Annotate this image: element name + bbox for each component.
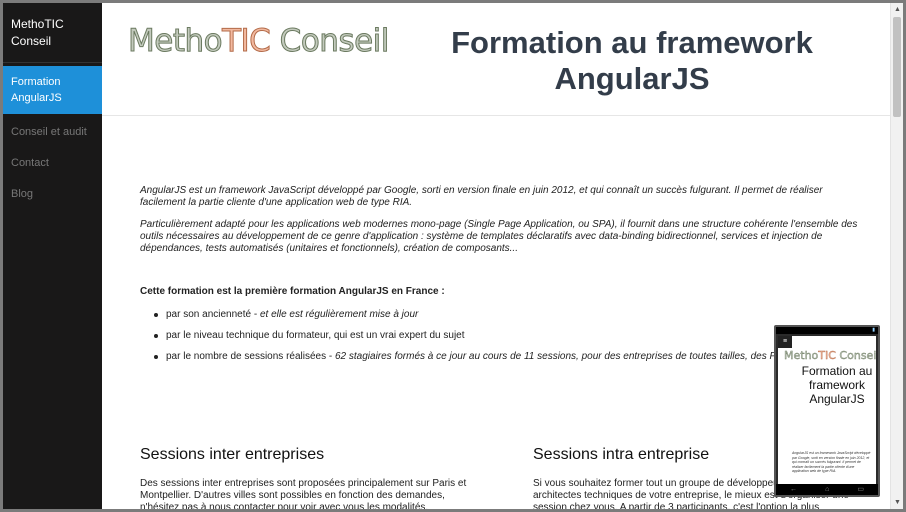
first-training-heading: Cette formation est la première formatio… xyxy=(140,286,445,297)
intro-section: AngularJS est un framework JavaScript dé… xyxy=(102,116,890,363)
phone-logo-metho: Metho xyxy=(784,349,819,362)
phone-page-title: Formation au framework AngularJS xyxy=(801,364,873,406)
back-icon: ← xyxy=(790,486,798,493)
inter-sessions-column: Sessions inter entreprises Des sessions … xyxy=(140,446,470,509)
logo-text-metho: Metho xyxy=(127,23,223,60)
list-item: par son ancienneté - et elle est réguliè… xyxy=(154,309,860,321)
sidebar-item-blog[interactable]: Blog xyxy=(3,179,102,210)
reason-lead: par son ancienneté - xyxy=(166,309,260,320)
page-title: Formation au framework AngularJS xyxy=(451,25,813,96)
inter-sessions-text: Des sessions inter entreprises sont prop… xyxy=(140,478,467,509)
phone-logo-tic: TIC xyxy=(818,349,836,362)
main-content: MethoTIC Conseil Formation au framework … xyxy=(102,3,890,509)
reason-detail: 62 stagiaires formés à ce jour au cours … xyxy=(334,351,792,362)
phone-logo: MethoTIC Conseil xyxy=(784,349,876,362)
phone-nav-bar: ← ⌂ ▭ xyxy=(776,484,878,495)
brand-title[interactable]: MethoTIC Conseil xyxy=(3,3,102,63)
sessions-section: Sessions inter entreprises Des sessions … xyxy=(140,446,880,509)
intro-paragraph-2: Particulièrement adapté pour les applica… xyxy=(140,219,858,254)
logo-text-conseil: Conseil xyxy=(270,23,390,60)
hamburger-menu-icon: ≡ xyxy=(778,336,792,348)
mobile-preview: ▮ ≡ MethoTIC Conseil Formation au framew… xyxy=(774,325,880,497)
sidebar-item-conseil-et-audit[interactable]: Conseil et audit xyxy=(3,117,102,148)
methotic-logo[interactable]: MethoTIC Conseil xyxy=(127,23,390,60)
reason-lead: par le niveau technique du formateur, qu… xyxy=(166,330,465,341)
intro-paragraph-1: AngularJS est un framework JavaScript dé… xyxy=(140,185,823,208)
logo-text-tic: TIC xyxy=(222,23,272,60)
sidebar-item-contact[interactable]: Contact xyxy=(3,148,102,179)
phone-intro-text: AngularJS est un framework JavaScript dé… xyxy=(792,451,871,473)
reason-detail: et elle est régulièrement mise à jour xyxy=(259,309,419,320)
home-icon: ⌂ xyxy=(825,486,830,493)
recent-apps-icon: ▭ xyxy=(857,486,864,493)
scroll-up-arrow-icon[interactable]: ▲ xyxy=(893,5,902,14)
list-item: par le nombre de sessions réalisées - 62… xyxy=(154,351,860,363)
phone-logo-conseil: Conseil xyxy=(835,349,876,362)
sidebar: MethoTIC Conseil Formation AngularJS Con… xyxy=(3,3,102,509)
browser-window: MethoTIC Conseil Formation AngularJS Con… xyxy=(0,0,906,512)
reasons-list: par son ancienneté - et elle est réguliè… xyxy=(154,309,860,363)
list-item: par le niveau technique du formateur, qu… xyxy=(154,330,860,342)
sidebar-item-formation-angularjs[interactable]: Formation AngularJS xyxy=(3,66,102,114)
page-scrollbar[interactable]: ▲ ▼ xyxy=(890,3,903,509)
phone-status-bar: ▮ xyxy=(776,327,878,334)
inter-sessions-title: Sessions inter entreprises xyxy=(140,446,325,463)
scroll-thumb[interactable] xyxy=(893,17,901,117)
phone-screen: ≡ MethoTIC Conseil Formation au framewor… xyxy=(778,336,876,484)
page-header: MethoTIC Conseil Formation au framework … xyxy=(102,3,890,116)
scroll-down-arrow-icon[interactable]: ▼ xyxy=(893,498,902,507)
reason-lead: par le nombre de sessions réalisées - xyxy=(166,351,335,362)
